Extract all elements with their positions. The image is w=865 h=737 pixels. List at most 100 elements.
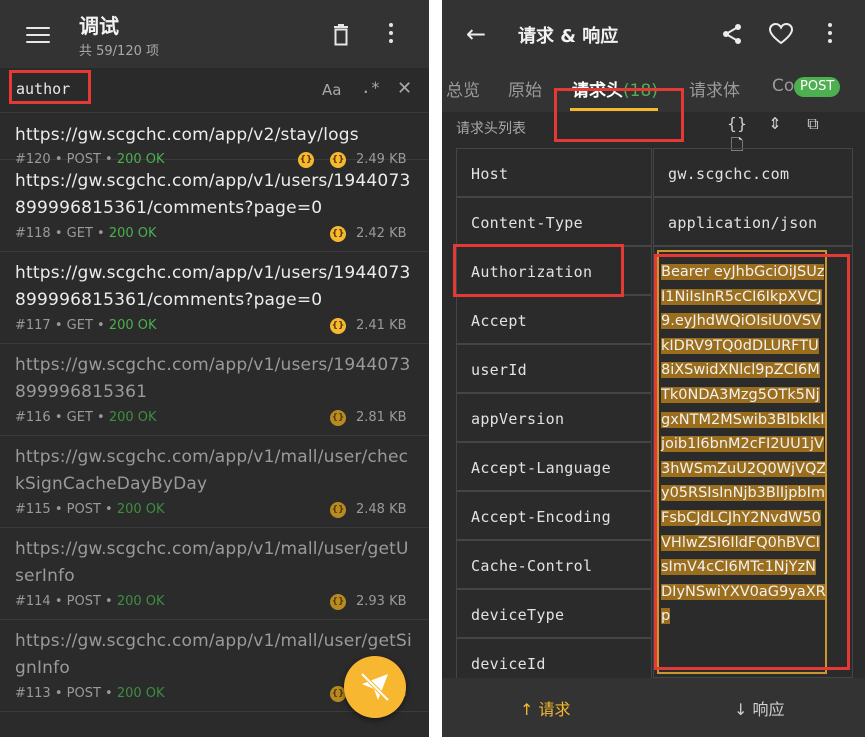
status-code: 200 OK [108,318,157,333]
header-key[interactable]: deviceId [471,655,546,673]
search-bar: author Aa .* ✕ [0,68,429,113]
expand-collapse-icon[interactable]: ⇕ [756,114,794,133]
json-badge-icon: {} [330,318,346,334]
more-options-icon[interactable] [389,23,393,47]
page-title: 请求 & 响应 [518,26,619,47]
tab-raw[interactable]: 原始 [508,76,542,101]
request-url: https://gw.scgchc.com/app/v1/mall/user/g… [15,539,409,586]
response-size: 2.42 KB [356,226,407,241]
tab-overview[interactable]: 总览 [446,76,480,101]
header-key[interactable]: Accept-Encoding [471,508,611,526]
response-size: 2.81 KB [356,410,407,425]
match-case-button[interactable]: Aa [322,81,341,99]
header-key[interactable]: Accept [471,312,527,330]
header-key-cell: deviceType [456,589,652,638]
request-list-item[interactable]: https://gw.scgchc.com/app/v1/mall/user/c… [0,436,429,528]
tab-request-body[interactable]: 请求体 [689,76,740,101]
header-value-cell: gw.scgchc.com [653,148,853,197]
method-badge: POST [794,77,841,97]
request-meta: #115 • POST • 200 OK [15,502,165,517]
tab-highlight-box [554,88,684,142]
header-key[interactable]: userId [471,361,527,379]
header-value[interactable]: application/json [668,214,817,232]
request-id: #116 [15,410,51,425]
request-id: #115 [15,502,51,517]
json-braces-icon[interactable]: {} [718,114,756,133]
request-id: #117 [15,318,51,333]
response-button[interactable]: ↓ 响应 [734,696,785,720]
page-title: 调试 [79,14,119,38]
header-key-cell: Accept-Language [456,442,652,491]
request-meta: #118 • GET • 200 OK [15,226,157,241]
close-icon[interactable]: ✕ [397,78,412,99]
request-list-item[interactable]: https://gw.scgchc.com/app/v2/stay/logs #1… [0,114,429,168]
header-key[interactable]: Content-Type [471,214,583,232]
regex-button[interactable]: .* [361,78,380,97]
request-meta: #113 • POST • 200 OK [15,686,165,701]
json-badge-icon: {} [330,502,346,518]
status-code: 200 OK [108,226,157,241]
json-badge-icon: {} [330,226,346,242]
fab-button[interactable] [344,656,406,718]
menu-icon[interactable] [26,27,50,43]
request-method: POST [66,686,101,701]
request-id: #114 [15,594,51,609]
section-title: 请求头列表 [456,121,526,137]
request-detail-screen: ← 请求 & 响应 总览 原始 请求头(18) 请求体 Co POST 请求头列… [442,0,865,737]
request-list-screen: 调试 共 59/120 项 author Aa .* ✕ https://gw.… [0,0,429,737]
header-value[interactable]: gw.scgchc.com [668,165,789,183]
response-size: 2.41 KB [356,318,407,333]
authorization-key-highlight-box [453,244,624,297]
request-list-item[interactable]: https://gw.scgchc.com/app/v1/users/19440… [0,252,429,344]
request-meta: #116 • GET • 200 OK [15,410,157,425]
status-code: 200 OK [116,686,165,701]
header-key[interactable]: Cache-Control [471,557,592,575]
request-meta: #114 • POST • 200 OK [15,594,165,609]
back-arrow-icon[interactable]: ← [466,20,486,48]
header-key[interactable]: Host [471,165,508,183]
share-icon[interactable] [720,22,744,46]
header-key[interactable]: appVersion [471,410,564,428]
request-list-item[interactable]: https://gw.scgchc.com/app/v1/users/19440… [0,344,429,436]
header-row: Host gw.scgchc.com [456,148,853,197]
request-list-item[interactable]: https://gw.scgchc.com/app/v1/mall/user/g… [0,528,429,620]
top-app-bar: ← 请求 & 响应 [442,0,865,68]
tab-bar: 总览 原始 请求头(18) 请求体 Co POST [442,68,865,142]
copy-icon[interactable]: ⧉ [794,114,832,134]
json-badge-icon: {} [330,410,346,426]
status-code: 200 OK [116,502,165,517]
header-key-cell: Accept [456,295,652,344]
more-options-icon[interactable] [828,23,832,47]
request-method: POST [66,594,101,609]
header-key[interactable]: deviceType [471,606,564,624]
request-url: https://gw.scgchc.com/app/v1/users/19440… [15,355,411,402]
request-id: #118 [15,226,51,241]
trash-icon[interactable] [333,24,349,46]
heart-icon[interactable] [768,22,794,46]
request-id: #113 [15,686,51,701]
response-size: 2.93 KB [356,594,407,609]
request-url: https://gw.scgchc.com/app/v2/stay/logs [15,125,359,145]
header-key-cell: Content-Type [456,197,652,246]
item-count: 共 59/120 项 [79,44,159,59]
request-method: GET [66,318,93,333]
request-button[interactable]: ↑ 请求 [520,696,571,720]
header-key[interactable]: Accept-Language [471,459,611,477]
top-app-bar: 调试 共 59/120 项 [0,0,429,68]
header-key-cell: deviceId [456,638,652,678]
status-code: 200 OK [116,594,165,609]
header-key-cell: Accept-Encoding [456,491,652,540]
request-url: https://gw.scgchc.com/app/v1/users/19440… [15,263,411,310]
request-meta: #117 • GET • 200 OK [15,318,157,333]
header-key-cell: Host [456,148,652,197]
header-key-cell: appVersion [456,393,652,442]
json-badge-icon: {} [330,594,346,610]
request-list-item[interactable]: https://gw.scgchc.com/app/v1/users/19440… [0,160,429,252]
tab-cookies[interactable]: Co [772,76,794,96]
send-off-icon [360,672,390,702]
request-method: POST [66,502,101,517]
search-highlight-box [9,70,91,104]
status-code: 200 OK [108,410,157,425]
request-method: GET [66,410,93,425]
bottom-bar: ↑ 请求 ↓ 响应 [442,678,865,737]
